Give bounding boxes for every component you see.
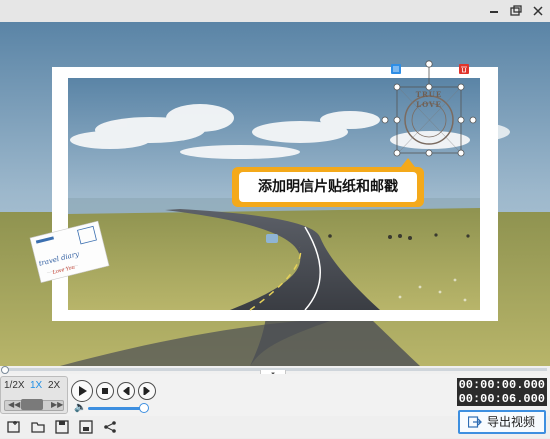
speed-1x[interactable]: 1X — [30, 379, 42, 393]
stop-icon — [102, 388, 108, 394]
export-video-label: 导出视频 — [487, 415, 536, 429]
video-preview: TRUE LOVE travel diary Love You 添加明信片贴纸和… — [0, 22, 550, 366]
callout-arrow — [401, 158, 415, 167]
timeline-thumb[interactable] — [1, 366, 9, 374]
share-icon[interactable] — [102, 419, 118, 435]
speed-increase-icon[interactable]: ▶▶ — [51, 399, 63, 410]
save-icon[interactable] — [54, 419, 70, 435]
speed-half[interactable]: 1/2X — [4, 379, 25, 393]
minimize-icon[interactable] — [486, 3, 502, 19]
stop-button[interactable] — [96, 382, 114, 400]
title-bar — [0, 0, 550, 22]
open-folder-icon[interactable] — [30, 419, 46, 435]
export-video-button[interactable]: 导出视频 — [458, 410, 546, 434]
layer-icon[interactable] — [391, 64, 401, 74]
close-icon[interactable] — [530, 3, 546, 19]
speed-control: 1/2X 1X 2X ◀◀ ▶▶ — [0, 376, 68, 414]
delete-icon[interactable] — [459, 64, 469, 74]
current-time: 00:00:00.000 — [457, 378, 547, 392]
callout-text: 添加明信片贴纸和邮戳 — [239, 172, 417, 202]
add-image-icon[interactable] — [6, 419, 22, 435]
next-frame-icon — [143, 387, 150, 395]
volume-slider-thumb[interactable] — [139, 403, 150, 413]
stamp-text-bottom: LOVE — [416, 100, 442, 109]
next-frame-button[interactable] — [138, 382, 156, 400]
stamp-text-top: TRUE — [415, 90, 443, 99]
previous-frame-button[interactable] — [117, 382, 135, 400]
speed-slider-thumb[interactable] — [21, 399, 43, 410]
volume-icon[interactable]: 🔈 — [74, 403, 86, 413]
play-button[interactable] — [71, 380, 93, 402]
volume-slider-track[interactable] — [88, 407, 144, 410]
total-time: 00:00:06.000 — [457, 392, 547, 406]
restore-icon[interactable] — [508, 3, 524, 19]
play-icon — [79, 386, 87, 396]
tip-callout: 添加明信片贴纸和邮戳 — [232, 158, 424, 207]
speed-decrease-icon[interactable]: ◀◀ — [8, 399, 20, 410]
speed-2x[interactable]: 2X — [48, 379, 60, 393]
save-as-icon[interactable] — [78, 419, 94, 435]
previous-frame-icon — [123, 387, 130, 395]
export-icon — [468, 416, 482, 428]
